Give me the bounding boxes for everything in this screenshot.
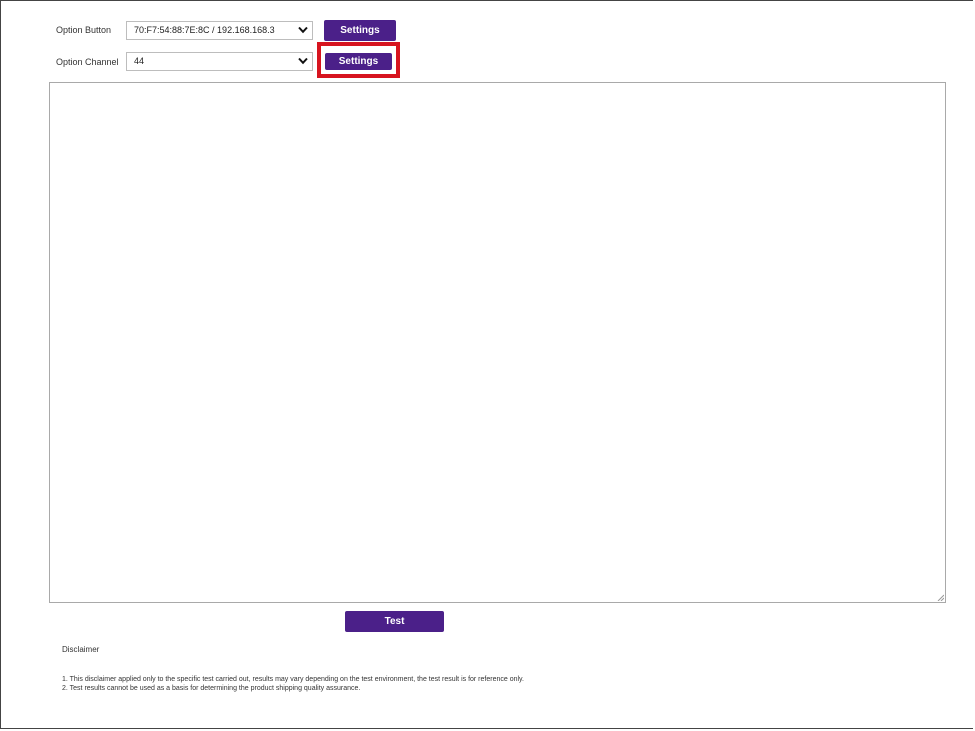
option-channel-select[interactable]: 44 — [126, 52, 313, 71]
chevron-down-icon — [298, 57, 308, 65]
disclaimer-line: 1. This disclaimer applied only to the s… — [62, 676, 524, 683]
option-button-select-value: 70:F7:54:88:7E:8C / 192.168.168.3 — [134, 25, 275, 35]
option-channel-select-value: 44 — [134, 56, 145, 66]
option-button-settings-button[interactable]: Settings — [324, 20, 396, 41]
disclaimer-title: Disclaimer — [62, 645, 100, 654]
page-frame: Option Button 70:F7:54:88:7E:8C / 192.16… — [0, 0, 973, 729]
option-button-select[interactable]: 70:F7:54:88:7E:8C / 192.168.168.3 — [126, 21, 313, 40]
test-button[interactable]: Test — [345, 611, 444, 632]
option-button-row: Option Button 70:F7:54:88:7E:8C / 192.16… — [1, 20, 601, 42]
option-channel-row: Option Channel 44 — [1, 52, 601, 74]
option-channel-settings-button[interactable]: Settings — [325, 53, 392, 70]
chevron-down-icon — [298, 26, 308, 34]
output-textarea[interactable] — [49, 82, 946, 603]
option-button-label: Option Button — [56, 25, 112, 35]
option-channel-label: Option Channel — [56, 57, 119, 67]
disclaimer-line: 2. Test results cannot be used as a basi… — [62, 685, 361, 692]
resize-handle-icon[interactable] — [936, 593, 944, 601]
